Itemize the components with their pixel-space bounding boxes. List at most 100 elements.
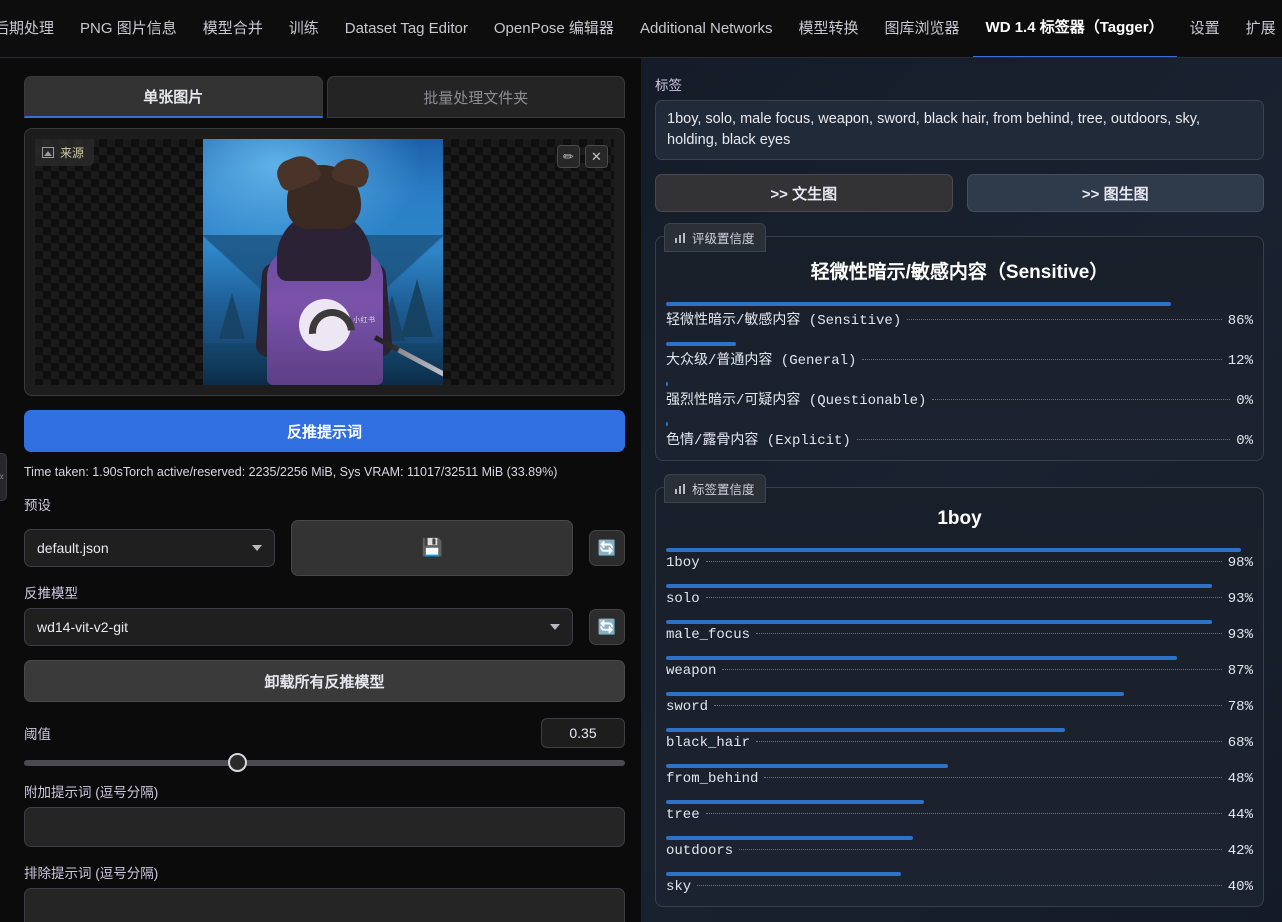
confidence-text: tree 44% bbox=[666, 804, 1253, 828]
confidence-text: 大众级/普通内容 (General) 12% bbox=[666, 346, 1253, 374]
leader-dots bbox=[739, 849, 1222, 851]
confidence-label: sword bbox=[666, 699, 709, 716]
confidence-percent: 0% bbox=[1236, 433, 1253, 450]
model-select[interactable]: wd14-vit-v2-git bbox=[24, 608, 574, 646]
tree-shape bbox=[219, 293, 245, 339]
image-upload-panel[interactable]: 来源 ✏ ✕ 小红书 bbox=[24, 128, 625, 396]
threshold-slider[interactable] bbox=[24, 753, 625, 772]
rating-confidence-tab[interactable]: 评级置信度 bbox=[664, 223, 766, 253]
tab-single-image[interactable]: 单张图片 bbox=[24, 76, 323, 118]
nav-item-label: 训练 bbox=[288, 20, 319, 37]
confidence-label: 强烈性暗示/可疑内容 (Questionable) bbox=[666, 393, 927, 410]
tags-output[interactable]: 1boy, solo, male focus, weapon, sword, b… bbox=[655, 100, 1264, 161]
pencil-icon: ✏ bbox=[563, 148, 574, 164]
additional-tags-input[interactable] bbox=[24, 807, 625, 847]
nav-item-label: Additional Networks bbox=[639, 20, 773, 37]
leader-dots bbox=[705, 813, 1222, 815]
confidence-percent: 87% bbox=[1227, 663, 1253, 680]
rating-top-label: 轻微性暗示/敏感内容（Sensitive） bbox=[810, 262, 1109, 284]
confidence-text: male_focus 93% bbox=[666, 624, 1253, 648]
leader-dots bbox=[714, 705, 1222, 707]
model-row: wd14-vit-v2-git 🔄 bbox=[24, 608, 625, 646]
tab-batch-folder-label: 批量处理文件夹 bbox=[423, 89, 529, 107]
edit-image-button[interactable]: ✏ bbox=[557, 145, 580, 168]
tab-batch-folder[interactable]: 批量处理文件夹 bbox=[326, 76, 625, 118]
nav-item-label: 模型转换 bbox=[798, 20, 859, 37]
right-panel: 标签 1boy, solo, male focus, weapon, sword… bbox=[641, 58, 1282, 922]
refresh-icon: 🔄 bbox=[597, 619, 617, 636]
leader-dots bbox=[705, 561, 1222, 563]
image-preview-area[interactable]: 来源 ✏ ✕ 小红书 bbox=[35, 139, 614, 385]
send-to-txt2img-button[interactable]: >> 文生图 bbox=[655, 174, 953, 213]
nav-item-label: 模型合并 bbox=[202, 20, 263, 37]
exclude-tags-input[interactable] bbox=[24, 888, 625, 922]
confidence-label: male_focus bbox=[666, 627, 751, 644]
nav-item-1[interactable]: PNG 图片信息 bbox=[67, 0, 190, 57]
nav-item-10[interactable]: 设置 bbox=[1177, 0, 1233, 57]
confidence-percent: 86% bbox=[1227, 313, 1253, 330]
nav-item-9[interactable]: WD 1.4 标签器（Tagger） bbox=[972, 0, 1177, 57]
confidence-row: black_hair 68% bbox=[666, 720, 1253, 756]
unload-models-button[interactable]: 卸载所有反推模型 bbox=[24, 660, 625, 702]
confidence-row: from_behind 48% bbox=[666, 756, 1253, 792]
tree-shape bbox=[401, 279, 433, 337]
threshold-slider-knob[interactable] bbox=[228, 753, 248, 772]
nav-item-label: PNG 图片信息 bbox=[80, 20, 177, 37]
threshold-label: 阈值 bbox=[24, 727, 51, 742]
confidence-row: 大众级/普通内容 (General) 12% bbox=[666, 334, 1253, 374]
nav-item-5[interactable]: OpenPose 编辑器 bbox=[481, 0, 627, 57]
confidence-text: 色情/露骨内容 (Explicit) 0% bbox=[666, 426, 1253, 454]
confidence-row: weapon 87% bbox=[666, 648, 1253, 684]
confidence-percent: 68% bbox=[1227, 735, 1253, 752]
refresh-icon: 🔄 bbox=[597, 540, 617, 557]
confidence-percent: 40% bbox=[1227, 879, 1253, 896]
threshold-value[interactable]: 0.35 bbox=[541, 718, 625, 748]
leader-dots bbox=[764, 777, 1222, 779]
nav-item-7[interactable]: 模型转换 bbox=[786, 0, 872, 57]
leader-dots bbox=[932, 399, 1231, 401]
threshold-row: 阈值 0.35 bbox=[24, 718, 625, 748]
preset-select[interactable]: default.json bbox=[24, 529, 275, 567]
exclude-tags-label: 排除提示词 (逗号分隔) bbox=[24, 866, 159, 881]
nav-item-8[interactable]: 图库浏览器 bbox=[872, 0, 973, 57]
left-panel: « 单张图片 批量处理文件夹 来源 ✏ bbox=[0, 58, 641, 922]
tag-confidence-tab[interactable]: 标签置信度 bbox=[664, 474, 766, 504]
source-badge-label: 来源 bbox=[60, 146, 85, 160]
confidence-percent: 48% bbox=[1227, 771, 1253, 788]
nav-item-2[interactable]: 模型合并 bbox=[190, 0, 276, 57]
nav-item-11[interactable]: 扩展 bbox=[1233, 0, 1282, 57]
nav-item-label: 后期处理 bbox=[0, 20, 55, 37]
confidence-text: weapon 87% bbox=[666, 660, 1253, 684]
preset-refresh-button[interactable]: 🔄 bbox=[589, 530, 625, 566]
confidence-label: outdoors bbox=[666, 843, 734, 860]
leader-dots bbox=[907, 319, 1222, 321]
nav-item-3[interactable]: 训练 bbox=[276, 0, 332, 57]
send-to-img2img-button[interactable]: >> 图生图 bbox=[966, 174, 1264, 213]
mode-tabs: 单张图片 批量处理文件夹 bbox=[24, 76, 625, 118]
remove-image-button[interactable]: ✕ bbox=[585, 145, 608, 168]
status-text: Time taken: 1.90sTorch active/reserved: … bbox=[24, 465, 558, 479]
confidence-row: sky 40% bbox=[666, 864, 1253, 900]
confidence-text: from_behind 48% bbox=[666, 768, 1253, 792]
nav-item-label: 设置 bbox=[1189, 20, 1220, 37]
uploaded-artwork: 小红书 bbox=[203, 139, 443, 385]
model-refresh-button[interactable]: 🔄 bbox=[589, 609, 625, 645]
chevron-down-icon bbox=[550, 624, 561, 630]
interrogate-button[interactable]: 反推提示词 bbox=[24, 410, 625, 452]
nav-item-label: Dataset Tag Editor bbox=[344, 20, 468, 37]
top-navigation-bar: 后期处理 PNG 图片信息 模型合并 训练 Dataset Tag Editor Open… bbox=[0, 0, 1282, 58]
nav-item-0[interactable]: 后期处理 bbox=[0, 0, 67, 57]
nav-item-label: WD 1.4 标签器（Tagger） bbox=[985, 19, 1164, 36]
confidence-percent: 12% bbox=[1227, 353, 1253, 370]
tab-single-image-label: 单张图片 bbox=[143, 89, 204, 106]
confidence-row: 1boy 98% bbox=[666, 540, 1253, 576]
preset-file-upload[interactable]: 💾 bbox=[290, 520, 574, 576]
sidebar-collapse-handle[interactable]: « bbox=[0, 453, 7, 501]
confidence-label: tree bbox=[666, 807, 700, 824]
chevron-left-icon: « bbox=[0, 471, 4, 483]
nav-item-4[interactable]: Dataset Tag Editor bbox=[332, 0, 481, 57]
nav-item-label: OpenPose 编辑器 bbox=[493, 20, 614, 37]
confidence-row: 轻微性暗示/敏感内容 (Sensitive) 86% bbox=[666, 294, 1253, 334]
leader-dots bbox=[722, 669, 1222, 671]
nav-item-6[interactable]: Additional Networks bbox=[627, 0, 786, 57]
